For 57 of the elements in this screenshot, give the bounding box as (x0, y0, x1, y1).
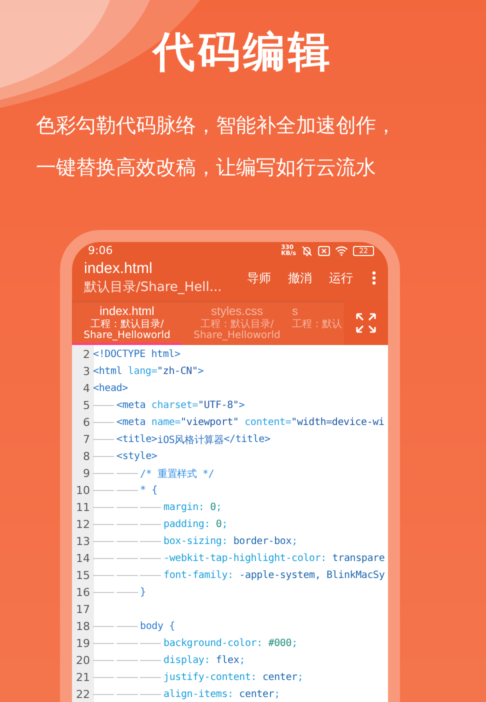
line-number: 4 (82, 382, 90, 395)
code-line: margin: 0; (93, 502, 222, 513)
status-time: 9:06 (88, 244, 113, 257)
line-number: 8 (82, 450, 90, 463)
code-line: display: flex; (93, 655, 246, 666)
code-line: <html lang="zh-CN"> (93, 366, 204, 377)
toolbar-action[interactable]: 撤消 (288, 270, 312, 286)
line-number: 13 (75, 535, 90, 548)
line-number: 12 (75, 518, 90, 531)
code-line: * { (93, 485, 158, 496)
wifi-icon (335, 246, 348, 256)
file-path: 默认目录/Share_Hell... (84, 279, 223, 297)
code-line: box-sizing: border-box; (93, 536, 298, 547)
line-number: 15 (75, 569, 90, 582)
sim-off-icon (318, 246, 330, 256)
code-line: background-color: #000; (93, 638, 298, 649)
code-line: <style> (93, 451, 158, 462)
expand-icon[interactable] (355, 312, 377, 334)
code-line: body { (93, 621, 175, 632)
toolbar-action[interactable]: 导师 (247, 270, 271, 286)
line-number: 11 (75, 501, 90, 514)
line-number: 7 (82, 433, 90, 446)
tagline-text: 一键替换高效改稿，让编写如行云流水 (36, 154, 377, 181)
headline: 代码编辑 (153, 26, 333, 78)
code-line: align-items: center; (93, 689, 280, 700)
code-line: } (93, 587, 146, 598)
line-number: 17 (75, 603, 90, 616)
line-number: 2 (82, 348, 90, 361)
line-number: 18 (75, 620, 90, 633)
code-line: /* 重置样式 */ (93, 466, 214, 480)
line-number: 5 (82, 399, 90, 412)
line-number: 16 (75, 586, 90, 599)
code-line: <head> (93, 383, 128, 394)
line-number: 9 (82, 467, 90, 480)
code-line: justify-content: center; (93, 672, 304, 683)
code-line: <!DOCTYPE html> (93, 349, 180, 360)
line-number: 6 (82, 416, 90, 429)
code-line: <title>iOS风格计算器</title> (93, 432, 270, 446)
code-line: <meta charset="UTF-8"> (93, 400, 245, 411)
file-title: index.html (84, 259, 154, 279)
line-number: 10 (75, 484, 90, 497)
line-number: 22 (75, 688, 90, 701)
file-tab[interactable]: styles.css 工程：默认目录/ Share_Helloworld (182, 301, 292, 345)
line-number: 21 (75, 671, 90, 684)
toolbar-action[interactable]: 运行 (329, 270, 353, 286)
code-line: -webkit-tap-highlight-color: transpare (93, 553, 385, 564)
file-tab[interactable]: s 工程：默认 (292, 301, 344, 345)
line-number: 19 (75, 637, 90, 650)
line-number: 3 (82, 365, 90, 378)
line-number: 14 (75, 552, 90, 565)
bell-off-icon (301, 244, 314, 256)
code-line: font-family: -apple-system, BlinkMacSy (93, 570, 385, 581)
code-line: <meta name="viewport" content="width=device-wi (93, 417, 384, 428)
more-icon[interactable] (372, 271, 376, 285)
line-number: 20 (75, 654, 90, 667)
code-line: padding: 0; (93, 519, 228, 530)
tagline-text: 色彩勾勒代码脉络，智能补全加速创作， (36, 112, 397, 139)
